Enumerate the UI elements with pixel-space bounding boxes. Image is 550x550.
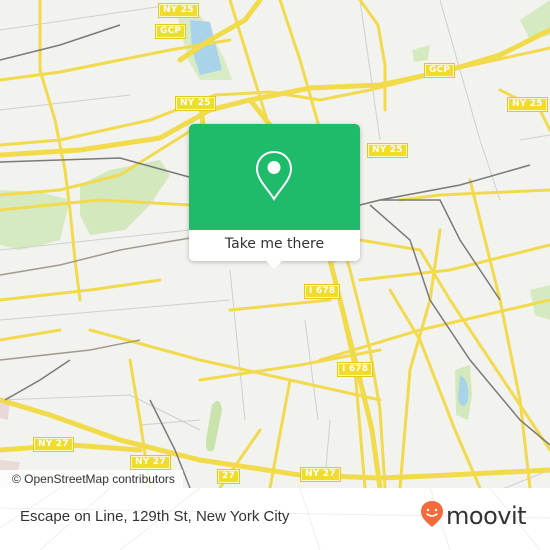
- shield-ny25-top: NY 25: [159, 4, 198, 17]
- shield-ny25-right: NY 25: [508, 98, 547, 111]
- shield-ny27-center: NY 27: [131, 456, 170, 469]
- rail-lines-gray: [0, 237, 191, 361]
- map-pin-icon: [255, 150, 293, 207]
- popup-pointer: [266, 261, 282, 269]
- shield-ny25-mid: NY 25: [368, 144, 407, 157]
- shield-i678-upper: I 678: [305, 285, 340, 298]
- moovit-pin-icon: [420, 500, 444, 533]
- map-attribution[interactable]: © OpenStreetMap contributors: [0, 470, 183, 488]
- popup-header: [189, 124, 360, 230]
- moovit-logo[interactable]: moovit: [420, 500, 527, 533]
- map-view[interactable]: NY 25 GCP GCP NY 25 NY 25 NY 25 I 678 I …: [0, 0, 550, 488]
- shield-gcp-left: GCP: [156, 25, 186, 38]
- shield-ny25-center: NY 25: [176, 97, 215, 110]
- moovit-wordmark: moovit: [446, 502, 527, 530]
- shield-ny27-left: NY 27: [34, 438, 73, 451]
- location-popup: Take me there: [189, 124, 360, 269]
- footer: Escape on Line, 129th St, New York City …: [0, 488, 550, 550]
- shield-27-partial: 27: [218, 470, 239, 483]
- take-me-there-button[interactable]: Take me there: [189, 230, 360, 261]
- shield-i678-lower: I 678: [338, 363, 373, 376]
- shield-gcp-right: GCP: [425, 64, 455, 77]
- shield-ny27-right: NY 27: [301, 468, 340, 481]
- place-name: Escape on Line, 129th St, New York City: [20, 508, 290, 525]
- take-me-there-area: Take me there: [189, 230, 360, 261]
